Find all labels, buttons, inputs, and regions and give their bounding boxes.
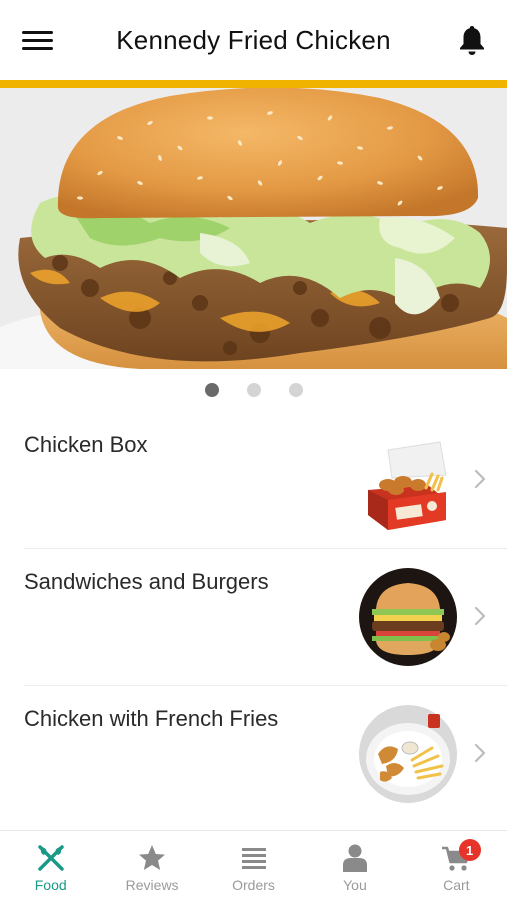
chevron-right-icon [473,468,487,490]
carousel-pagination [0,383,507,397]
chevron-right-icon [473,742,487,764]
category-item-chicken-fries[interactable]: Chicken with French Fries [24,686,507,823]
page-title: Kennedy Fried Chicken [116,24,391,55]
person-icon [340,843,370,873]
tab-reviews[interactable]: Reviews [101,831,202,900]
fork-knife-icon [36,843,66,873]
tab-orders[interactable]: Orders [203,831,304,900]
category-item-sandwiches-burgers[interactable]: Sandwiches and Burgers [24,549,507,686]
carousel-dot-1[interactable] [204,383,219,397]
burger-image [358,567,458,667]
tab-label: Food [34,877,67,893]
category-label: Chicken with French Fries [24,706,279,731]
chevron-right-icon [473,605,487,627]
tab-label: Orders [232,877,275,893]
category-label: Chicken Box [24,432,148,457]
category-item-chicken-box[interactable]: Chicken Box [24,412,507,549]
banner-burger-image [0,88,507,369]
banner-carousel[interactable] [0,88,507,369]
app-header: Kennedy Fried Chicken [0,0,507,80]
star-icon [137,843,167,873]
hamburger-menu-icon[interactable] [22,28,54,52]
tab-cart[interactable]: 1 Cart [406,831,507,900]
bottom-tab-bar: Food Reviews Orders You 1 Cart [0,830,507,900]
chicken-box-image [358,430,458,530]
tab-label: Cart [443,877,470,893]
chicken-fries-plate-image [358,704,458,804]
tab-you[interactable]: You [304,831,405,900]
tab-label: You [343,877,367,893]
header-accent-bar [0,80,507,88]
cart-count-badge: 1 [458,839,481,861]
carousel-dot-3[interactable] [288,383,303,397]
tab-label: Reviews [125,877,179,893]
carousel-dot-2[interactable] [246,383,261,397]
category-label: Sandwiches and Burgers [24,569,269,594]
list-icon [239,843,269,873]
tab-food[interactable]: Food [0,831,101,900]
bell-icon[interactable] [457,24,487,56]
